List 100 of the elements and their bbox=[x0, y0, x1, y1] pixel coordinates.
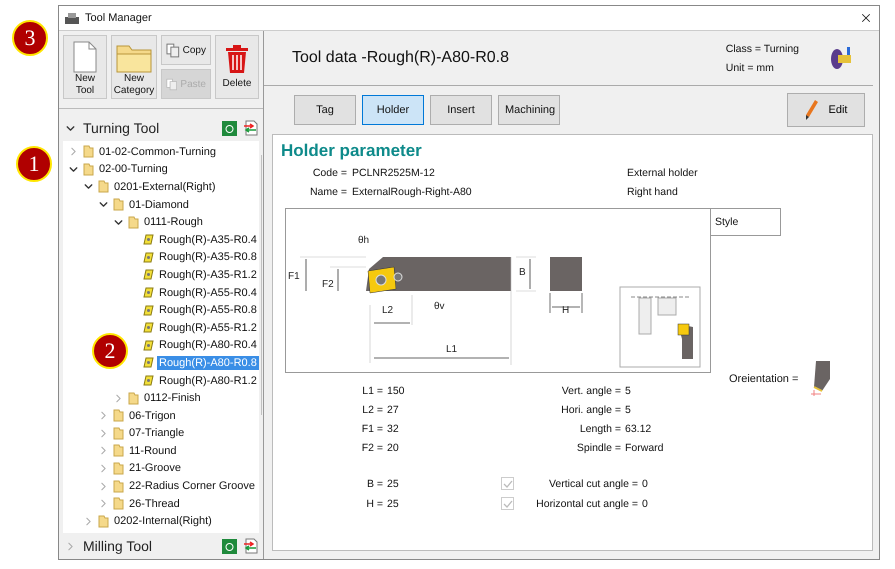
folder-icon bbox=[113, 480, 124, 493]
insert-icon bbox=[143, 357, 154, 368]
tree-item[interactable]: 07-Triangle bbox=[127, 426, 186, 440]
param-value: 150 bbox=[387, 385, 406, 397]
tab[interactable]: Machining bbox=[498, 95, 560, 125]
tab[interactable]: Insert bbox=[430, 95, 492, 125]
param-value: 32 bbox=[387, 423, 400, 435]
insert-icon bbox=[143, 340, 154, 351]
swap-icon[interactable] bbox=[243, 120, 258, 136]
param-label: L2 = bbox=[361, 404, 383, 416]
window-title: Tool Manager bbox=[85, 12, 153, 24]
folder-icon bbox=[98, 514, 109, 528]
callout-marker: 3 bbox=[12, 20, 48, 56]
app-icon bbox=[65, 12, 79, 24]
param-label: Vert. angle = bbox=[560, 385, 621, 397]
param-label: Horizontal cut angle = bbox=[535, 498, 638, 510]
param-value: 0 bbox=[642, 498, 649, 510]
copy-button[interactable]: Copy bbox=[161, 35, 211, 65]
tree-item[interactable]: 22-Radius Corner Groove bbox=[127, 479, 257, 494]
folder-icon bbox=[128, 392, 139, 405]
insert-icon bbox=[143, 287, 154, 298]
tree-item[interactable]: 26-Thread bbox=[127, 496, 182, 511]
folder-icon bbox=[113, 462, 124, 475]
tree-item[interactable]: Rough(R)-A55-R1.2 bbox=[157, 320, 259, 335]
folder-icon bbox=[128, 216, 139, 229]
folder-icon bbox=[116, 43, 152, 73]
close-icon[interactable] bbox=[859, 11, 873, 25]
dimension-label: H bbox=[562, 305, 570, 316]
lathe-icon bbox=[829, 45, 853, 71]
dimension-label: F2 bbox=[322, 279, 334, 290]
delete-button[interactable]: Delete bbox=[215, 35, 259, 99]
tree-item[interactable]: Rough(R)-A55-R0.4 bbox=[157, 286, 259, 300]
insert-icon bbox=[143, 252, 154, 263]
new-tool-button[interactable]: New Tool bbox=[63, 35, 107, 99]
style-label: Style bbox=[711, 208, 781, 236]
insert-icon bbox=[143, 304, 154, 316]
dimension-label: L2 bbox=[382, 305, 394, 316]
tree-item[interactable]: 11-Round bbox=[127, 444, 178, 458]
param-value: 5 bbox=[625, 404, 632, 416]
section-title: Milling Tool bbox=[83, 538, 153, 554]
swap-icon[interactable] bbox=[243, 538, 258, 554]
tree-item[interactable]: 01-02-Common-Turning bbox=[97, 144, 218, 159]
param-label: F2 = bbox=[360, 442, 383, 454]
insert-icon bbox=[143, 234, 154, 246]
tool-orientation-icon bbox=[810, 361, 830, 397]
param-value: 5 bbox=[625, 385, 632, 397]
tree-item[interactable]: 02-00-Turning bbox=[97, 162, 170, 176]
field-value: ExternalRough-Right-A80 bbox=[352, 186, 473, 198]
folder-icon bbox=[113, 497, 124, 510]
param-label: B = bbox=[366, 478, 383, 490]
edit-button[interactable]: Edit bbox=[787, 93, 865, 127]
trash-icon bbox=[225, 44, 249, 74]
section-heading: Holder parameter bbox=[281, 141, 423, 161]
param-value: 0 bbox=[642, 478, 649, 490]
param-label: Vertical cut angle = bbox=[548, 478, 638, 490]
tab[interactable]: Tag bbox=[294, 95, 356, 125]
insert-icon bbox=[143, 322, 154, 334]
param-value: Forward bbox=[625, 442, 665, 454]
field-label: Code = bbox=[312, 167, 347, 179]
tree-item[interactable]: Rough(R)-A35-R0.4 bbox=[157, 232, 259, 247]
tree-item[interactable]: 01-Diamond bbox=[127, 198, 191, 212]
tree-item[interactable]: Rough(R)-A80-R1.2 bbox=[157, 374, 259, 388]
folder-icon bbox=[113, 198, 124, 212]
dimension-label: B bbox=[519, 267, 526, 278]
folder-icon bbox=[113, 426, 124, 440]
tree-item[interactable]: 06-Trigon bbox=[127, 408, 178, 423]
paste-icon bbox=[166, 76, 178, 92]
section-title: Turning Tool bbox=[83, 120, 160, 136]
tree-item[interactable]: 21-Groove bbox=[127, 461, 183, 476]
tree-item[interactable]: 0201-External(Right) bbox=[112, 180, 218, 194]
insert-icon bbox=[143, 375, 154, 386]
tool-title: Tool data -Rough(R)-A80-R0.8 bbox=[292, 49, 510, 67]
folder-icon bbox=[98, 180, 109, 194]
tree-item[interactable]: 0111-Rough bbox=[142, 215, 205, 230]
pencil-icon bbox=[804, 99, 819, 121]
param-label: Length = bbox=[578, 423, 621, 435]
field-value: PCLNR2525M-12 bbox=[352, 167, 436, 179]
field-note: External holder bbox=[627, 167, 699, 179]
tree-item[interactable]: Rough(R)-A35-R1.2 bbox=[157, 268, 259, 282]
orientation-label: Oreientation = bbox=[729, 373, 798, 385]
field-note: Right hand bbox=[627, 186, 679, 198]
folder-icon bbox=[113, 444, 124, 458]
tab[interactable]: Holder bbox=[362, 95, 424, 125]
tree-item[interactable]: 0202-Internal(Right) bbox=[112, 514, 214, 528]
tree-item[interactable]: Rough(R)-A35-R0.8 bbox=[157, 250, 259, 264]
param-label: Spindle = bbox=[576, 442, 621, 454]
dimension-label: L1 bbox=[446, 344, 458, 355]
param-value: 20 bbox=[387, 442, 400, 454]
insert-icon bbox=[143, 269, 154, 280]
dimension-label: θh bbox=[358, 235, 370, 246]
callout-marker: 1 bbox=[16, 146, 52, 182]
param-value: 25 bbox=[387, 478, 400, 490]
param-label: F1 = bbox=[360, 423, 383, 435]
param-label: L1 = bbox=[361, 385, 383, 397]
new-category-button[interactable]: New Category bbox=[111, 35, 157, 99]
tree-item[interactable]: Rough(R)-A55-R0.8 bbox=[157, 303, 259, 318]
tree-item[interactable]: Rough(R)-A80-R0.4 bbox=[157, 338, 259, 352]
tree-item[interactable]: 0112-Finish bbox=[142, 391, 203, 406]
dimension-label: F1 bbox=[288, 271, 300, 282]
folder-icon bbox=[83, 162, 94, 176]
